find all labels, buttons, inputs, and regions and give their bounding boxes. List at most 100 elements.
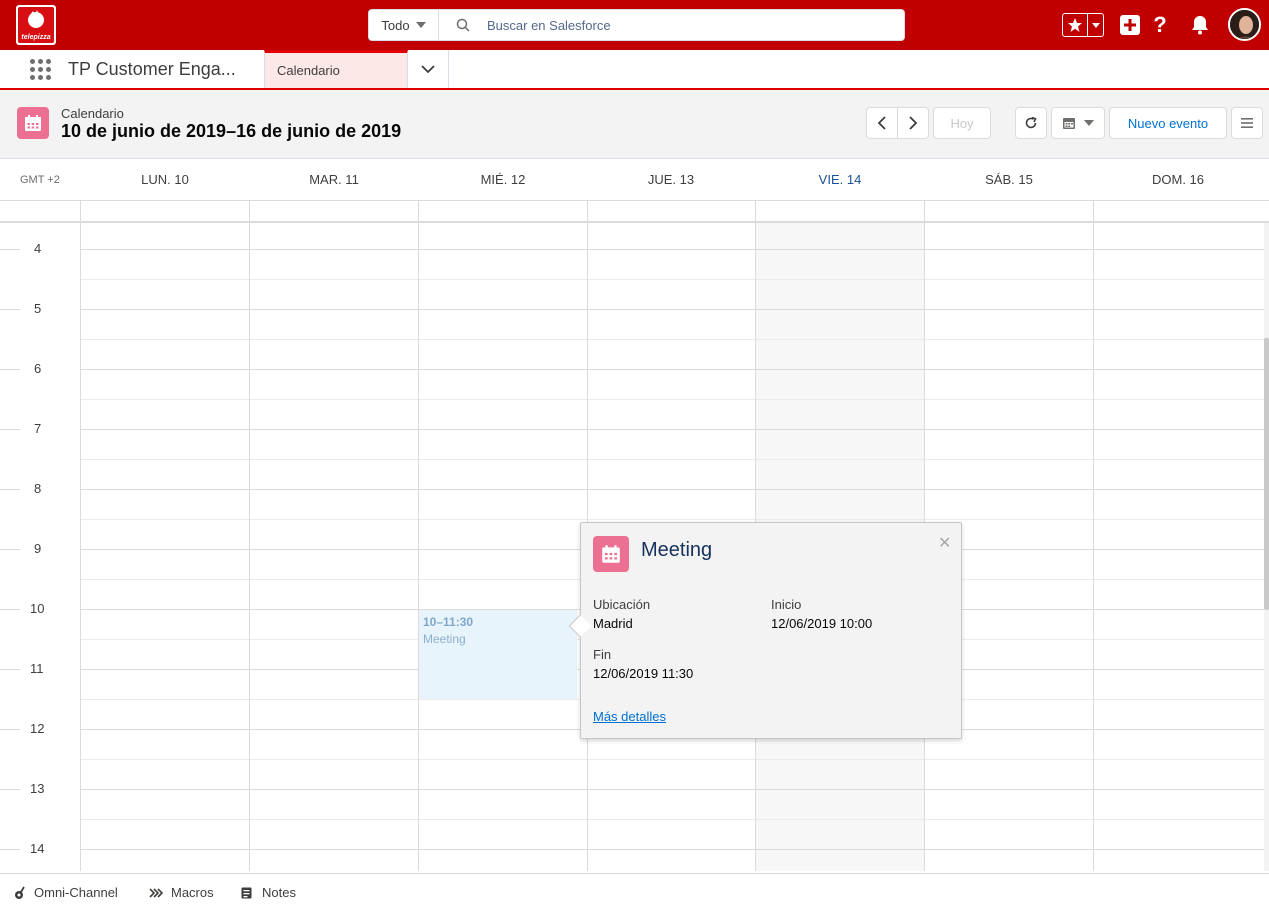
day-header-sat: SÁB. 15: [985, 172, 1033, 187]
avatar[interactable]: [1228, 8, 1261, 41]
all-day-row[interactable]: [0, 201, 1269, 223]
tab-calendario[interactable]: Calendario: [264, 50, 408, 88]
app-launcher-icon[interactable]: [30, 59, 51, 80]
new-event-button[interactable]: Nuevo evento: [1109, 107, 1227, 139]
calendar-icon: [1063, 118, 1075, 129]
week-day-header: GMT +2 LUN. 10 MAR. 11 MIÉ. 12 JUE. 13 V…: [0, 159, 1269, 201]
event-calendar-icon: [593, 536, 629, 572]
day-header-wed: MIÉ. 12: [480, 172, 526, 187]
utility-label: Macros: [171, 885, 214, 900]
start-label: Inicio: [771, 597, 802, 612]
notes-icon: [241, 887, 252, 898]
event-title: Meeting: [423, 632, 466, 646]
refresh-icon: [1025, 116, 1037, 129]
global-search: Todo Buscar en Salesforce: [368, 9, 905, 41]
tab-overflow-chevron-down-icon[interactable]: [408, 50, 449, 88]
previous-week-button[interactable]: [866, 107, 898, 139]
hour-line: [0, 309, 1264, 310]
timezone-label: GMT +2: [20, 174, 60, 186]
day-header-tue: MAR. 11: [309, 172, 359, 187]
hour-line: [0, 489, 1264, 490]
chevron-down-icon: [1084, 120, 1094, 126]
hour-line: [0, 369, 1264, 370]
utility-notes[interactable]: Notes: [240, 885, 296, 900]
location-label: Ubicación: [593, 597, 651, 612]
refresh-button[interactable]: [1015, 107, 1047, 139]
hour-tick: [0, 429, 20, 430]
utility-omni-channel[interactable]: Omni-Channel: [14, 885, 118, 900]
calendar-list-button[interactable]: [1231, 107, 1263, 139]
hour-tick: [0, 849, 20, 850]
divider: [1093, 223, 1094, 871]
divider: [249, 201, 250, 223]
telepizza-logo[interactable]: telepizza: [16, 5, 56, 45]
divider: [418, 201, 419, 223]
today-button-label: Hoy: [950, 115, 974, 131]
calendar-event[interactable]: 10–11:30 Meeting: [419, 610, 577, 699]
new-event-label: Nuevo evento: [1127, 115, 1209, 131]
location-value: Madrid: [593, 616, 633, 631]
logo-mark: telepizza: [18, 7, 54, 43]
divider: [1093, 201, 1094, 223]
hour-tick: [0, 369, 20, 370]
hour-label: 9: [34, 541, 42, 556]
chevron-down-icon: [415, 22, 426, 28]
logo-rooster-icon: telepizza: [21, 10, 51, 41]
hour-label: 4: [34, 241, 42, 256]
star-icon[interactable]: [1063, 14, 1089, 36]
hour-tick: [0, 489, 20, 490]
half-hour-line: [80, 399, 1264, 400]
hour-tick: [0, 609, 20, 610]
plus-icon[interactable]: [1119, 14, 1141, 36]
chevron-left-icon: [877, 116, 886, 130]
utility-label: Omni-Channel: [34, 885, 118, 900]
event-time: 10–11:30: [423, 615, 474, 629]
day-header-sun: DOM. 16: [1151, 172, 1204, 187]
utility-bar: Omni-Channel Macros Notes: [0, 873, 1269, 908]
divider: [587, 201, 588, 223]
favorites-chevron-down-icon[interactable]: [1088, 14, 1103, 36]
calendar-view-dropdown[interactable]: [1051, 107, 1105, 139]
app-name: TP Customer Enga...: [68, 59, 236, 79]
hour-line: [0, 849, 1264, 850]
search-input[interactable]: Buscar en Salesforce: [487, 18, 611, 33]
close-icon[interactable]: ✕: [938, 533, 951, 553]
half-hour-line: [80, 279, 1264, 280]
page-header: Calendario 10 de junio de 2019–16 de jun…: [0, 90, 1269, 159]
end-label: Fin: [593, 647, 612, 662]
page-title: 10 de junio de 2019–16 de junio de 2019: [61, 121, 402, 141]
hour-label: 10: [30, 601, 45, 616]
divider: [80, 223, 81, 871]
divider: [924, 201, 925, 223]
divider: [755, 201, 756, 223]
svg-text:telepizza: telepizza: [21, 34, 50, 41]
scrollbar-thumb[interactable]: [1264, 338, 1269, 610]
search-icon: [439, 18, 487, 32]
macros-icon: [149, 887, 163, 898]
half-hour-line: [80, 519, 1264, 520]
hour-label: 14: [30, 841, 45, 856]
next-week-button[interactable]: [897, 107, 929, 139]
popover-title: Meeting: [641, 539, 713, 561]
hour-label: 7: [34, 421, 42, 436]
more-details-link[interactable]: Más detalles: [593, 709, 666, 724]
utility-macros[interactable]: Macros: [149, 885, 214, 900]
bell-icon[interactable]: [1189, 14, 1211, 36]
object-label: Calendario: [61, 106, 124, 121]
hour-tick: [0, 549, 20, 550]
day-header-fri-today: VIE. 14: [818, 172, 862, 187]
hour-label: 8: [34, 481, 42, 496]
half-hour-line: [80, 819, 1264, 820]
half-hour-line: [80, 459, 1264, 460]
app-navigation: TP Customer Enga... Calendario: [0, 50, 1269, 90]
today-button[interactable]: Hoy: [933, 107, 991, 139]
utility-label: Notes: [262, 885, 296, 900]
help-icon[interactable]: ?: [1150, 12, 1170, 38]
day-header-mon: LUN. 10: [141, 172, 189, 187]
half-hour-line: [80, 759, 1264, 760]
hour-label: 11: [30, 661, 44, 676]
divider: [249, 223, 250, 871]
search-scope-dropdown[interactable]: Todo: [369, 10, 439, 40]
divider: [418, 223, 419, 871]
hour-line: [0, 789, 1264, 790]
